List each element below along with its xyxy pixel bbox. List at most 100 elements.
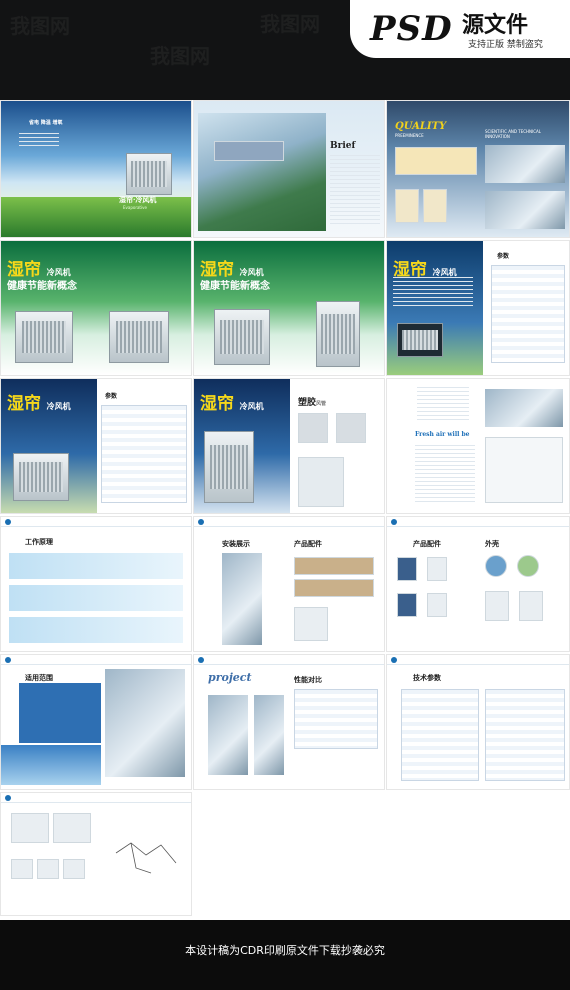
- cover-text-lines: [19, 133, 59, 149]
- brief-title: Brief: [330, 141, 356, 151]
- plastic-title: 塑胶风管: [298, 395, 326, 408]
- fresh-body: [415, 445, 475, 505]
- tech-table: [401, 689, 479, 781]
- lab-photo: [485, 145, 565, 183]
- project-photo: [254, 695, 284, 775]
- brand-title: 湿帘 冷风机: [7, 389, 71, 414]
- unit-part: [37, 859, 59, 879]
- install-page: 安装展示 产品配件: [193, 516, 385, 652]
- navy-product-page-1: 湿帘 冷风机 参数: [0, 378, 192, 514]
- principle-step: [9, 617, 183, 643]
- diagram-page: [0, 792, 192, 916]
- page-header: [194, 655, 384, 665]
- preview-canvas: 我图网 我图网 我图网 PSD 源文件 支持正版 禁制盗究 省电 降温 增氧 湿…: [0, 0, 570, 990]
- tech-page: 技术参数: [386, 654, 570, 790]
- motor-part: [397, 593, 417, 617]
- footer-band: 本设计稿为CDR印刷原文件下载抄袭必究: [0, 920, 570, 990]
- factory-building: [214, 141, 284, 161]
- page-header: [1, 655, 191, 665]
- principle-step: [9, 553, 183, 579]
- project-title: project: [208, 671, 252, 684]
- shell-title: 外壳: [485, 539, 499, 548]
- tech-title: 技术参数: [413, 673, 441, 682]
- page-header: [387, 517, 569, 527]
- cooler-unit-image: [15, 311, 73, 363]
- parts-page: 产品配件 外壳: [386, 516, 570, 652]
- brand-sub: 冷风机: [432, 267, 457, 277]
- certificate: [395, 189, 419, 223]
- brand-main: 湿帘: [7, 394, 41, 414]
- fresh-title: Fresh air will be: [415, 431, 470, 438]
- certificate: [395, 147, 477, 175]
- badge-title: 源文件: [462, 13, 529, 38]
- brand-logo-icon: [391, 657, 397, 663]
- brochure-sheet: 省电 降温 增氧 湿帘·冷风机 Evaporative Brief QUALIT…: [0, 100, 570, 920]
- apply-strip: [1, 745, 101, 785]
- apply-photos: [105, 669, 185, 777]
- quality-title: QUALITY: [395, 121, 447, 132]
- part: [427, 557, 447, 581]
- cover-brand: 湿帘·冷风机: [119, 195, 157, 204]
- brand-main: 湿帘: [200, 394, 234, 414]
- cooler-unit-image: [204, 431, 254, 503]
- brand-logo-icon: [5, 795, 11, 801]
- cover-tagline: 省电 降温 增氧: [29, 120, 63, 126]
- product-green-page-2: 湿帘 冷风机 健康节能新概念: [193, 240, 385, 376]
- watermark: 我图网: [260, 12, 320, 36]
- page-header: [194, 517, 384, 527]
- fresh-air-page: Fresh air will be: [386, 378, 570, 514]
- quality-subtitle: PREEMINENCE: [395, 133, 424, 138]
- cooler-unit-image: [316, 301, 360, 367]
- fan-blade: [517, 555, 539, 577]
- slogan: 健康节能新概念: [200, 281, 270, 292]
- badge-subtitle: 支持正版 禁制盗究: [468, 40, 543, 50]
- performance-graph: [485, 437, 563, 503]
- project-page: project 性能对比: [193, 654, 385, 790]
- unit-part: [63, 859, 85, 879]
- psd-logo: PSD: [370, 9, 453, 49]
- work-principle-page: 工作原理: [0, 516, 192, 652]
- certificate: [423, 189, 447, 223]
- brand-sub: 冷风机: [239, 401, 264, 411]
- cooler-unit-image: [214, 309, 270, 365]
- navy-product-page-2: 湿帘 冷风机 塑胶风管: [193, 378, 385, 514]
- quality-heading: SCIENTIFIC AND TECHNICAL INNOVATION: [485, 129, 541, 139]
- brief-page: Brief: [193, 100, 385, 238]
- spec-table: [491, 265, 565, 363]
- brand-title: 湿帘 冷风机: [200, 389, 264, 414]
- brand-sub: 冷风机: [239, 267, 264, 277]
- grass-field: [1, 197, 191, 237]
- install-title: 安装展示: [222, 539, 250, 548]
- cooler-unit-image: [13, 453, 69, 501]
- perf-table: [294, 689, 378, 749]
- perf-title: 性能对比: [294, 675, 322, 684]
- spec-table: [101, 405, 187, 503]
- shell-part: [519, 591, 543, 621]
- page-header: [1, 793, 191, 803]
- airflow-diagram: [115, 842, 177, 874]
- product-title: 产品配件: [294, 539, 322, 548]
- unit-part: [11, 859, 33, 879]
- duct-part: [298, 457, 344, 507]
- spec-intro-text: [393, 277, 473, 307]
- factory-aerial-photo: [198, 113, 326, 231]
- apply-title: 适用范围: [25, 673, 53, 682]
- watermark: 我图网: [10, 14, 70, 38]
- duct-part: [298, 413, 328, 443]
- fresh-text: [417, 387, 469, 421]
- brief-text: [330, 155, 380, 225]
- page-header: [1, 517, 191, 527]
- brand-sub: 冷风机: [46, 267, 71, 277]
- param-title: 参数: [105, 393, 118, 400]
- page-header: [387, 655, 569, 665]
- cover-page: 省电 降温 增氧 湿帘·冷风机 Evaporative: [0, 100, 192, 238]
- pump-part: [397, 557, 417, 581]
- cooler-unit-image: [109, 311, 169, 363]
- pad-part: [294, 557, 374, 575]
- shell-part: [485, 591, 509, 621]
- slogan: 健康节能新概念: [7, 281, 77, 292]
- grille-part: [53, 813, 91, 843]
- work-title: 工作原理: [25, 537, 53, 546]
- brand-sub: 冷风机: [46, 401, 71, 411]
- product-green-page-1: 湿帘 冷风机 健康节能新概念: [0, 240, 192, 376]
